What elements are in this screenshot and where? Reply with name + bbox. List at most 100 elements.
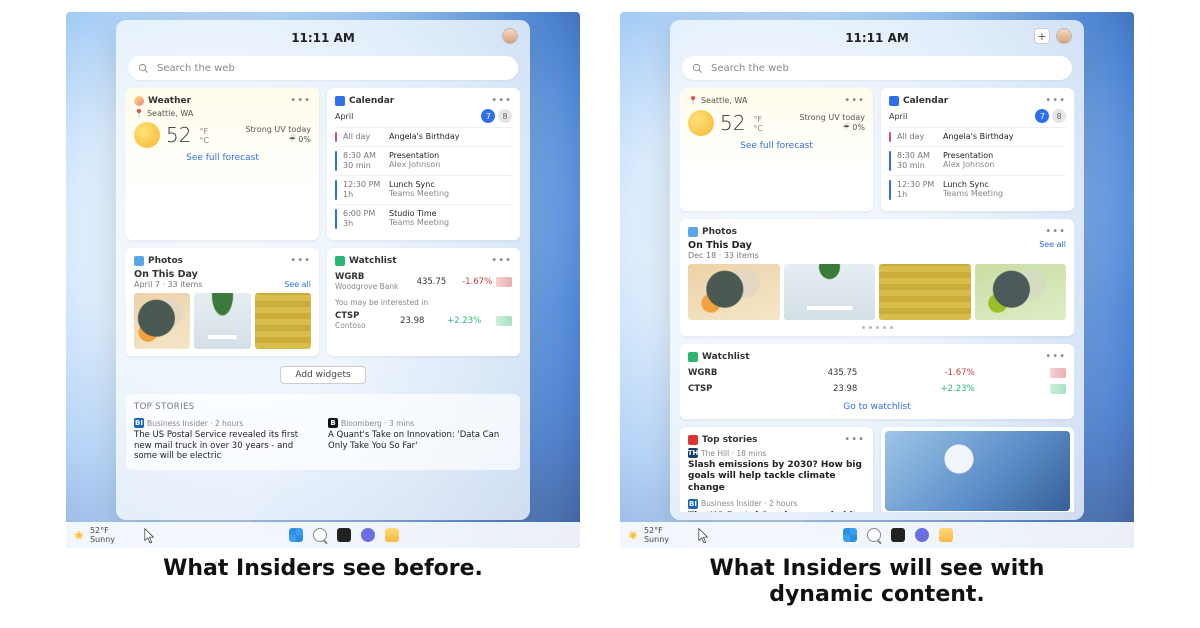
photo-thumb[interactable] (879, 264, 971, 320)
photo-thumb[interactable] (688, 264, 780, 320)
search-icon (692, 63, 703, 74)
watchlist-icon (335, 256, 345, 266)
watchlist-row[interactable]: WGRB 435.75 -1.67% (688, 365, 1066, 381)
more-icon[interactable]: ••• (491, 95, 512, 106)
calendar-event[interactable]: 8:30 AM30 min PresentationAlex Johnson (889, 146, 1066, 175)
calendar-day-next[interactable]: 8 (1052, 109, 1066, 123)
watchlist-row[interactable]: WGRBWoodgrove Bank 435.75 -1.67% (335, 269, 512, 295)
news-image (885, 431, 1070, 511)
watchlist-row[interactable]: CTSP 23.98 +2.23% (688, 381, 1066, 397)
top-stories-widget[interactable]: Top stories ••• THThe Hill · 18 mins Sla… (680, 427, 873, 512)
watchlist-note: You may be interested in (335, 298, 512, 307)
search-input[interactable]: Search the web (682, 56, 1072, 80)
calendar-month: April (889, 112, 907, 121)
more-icon[interactable]: ••• (290, 95, 311, 106)
taskbar-weather[interactable]: ☀️ 52°FSunny (74, 526, 115, 544)
caption-before: What Insiders see before. (163, 556, 483, 582)
more-icon[interactable]: ••• (491, 255, 512, 266)
calendar-month: April (335, 112, 353, 121)
clock: 11:11 AM (845, 31, 909, 45)
photo-thumb[interactable] (134, 293, 190, 349)
more-icon[interactable]: ••• (1045, 95, 1066, 106)
weather-icon (134, 96, 144, 106)
task-view-icon[interactable] (337, 528, 351, 542)
photos-seeall-link[interactable]: See all (1039, 240, 1066, 260)
calendar-event[interactable]: All day Angela's Birthday (335, 127, 512, 146)
weather-widget[interactable]: Weather ••• 📍 Seattle, WA 52 °F°C Strong… (126, 88, 319, 240)
story-item[interactable]: BBloomberg · 3 mins A Quant's Take on In… (328, 418, 512, 462)
photos-title: Photos (148, 256, 183, 266)
avatar[interactable] (502, 28, 518, 44)
chat-icon[interactable] (361, 528, 375, 542)
search-placeholder: Search the web (711, 63, 789, 74)
sun-icon (134, 122, 160, 148)
calendar-events: All day Angela's Birthday 8:30 AM30 min … (335, 127, 512, 233)
calendar-event[interactable]: 6:00 PM3h Studio TimeTeams Meeting (335, 204, 512, 233)
news-card[interactable]: BIBusiness Insider · 11 hours ago The gl… (881, 427, 1074, 512)
more-icon[interactable]: ••• (1045, 226, 1066, 237)
story-item[interactable]: THThe Hill · 18 mins Slash emissions by … (688, 448, 865, 494)
weather-forecast-link[interactable]: See full forecast (688, 141, 865, 151)
taskbar-search-icon[interactable] (867, 528, 881, 542)
taskbar-search-icon[interactable] (313, 528, 327, 542)
sparkline-icon (496, 316, 512, 326)
calendar-event[interactable]: 12:30 PM1h Lunch SyncTeams Meeting (889, 175, 1066, 204)
photos-icon (134, 256, 144, 266)
chat-icon[interactable] (915, 528, 929, 542)
story-item[interactable]: BIBusiness Insider · 2 hours The US Post… (688, 499, 865, 512)
add-widgets-button[interactable]: Add widgets (126, 366, 520, 384)
cursor-icon (698, 528, 710, 544)
photos-sub: Dec 18 · 33 items (688, 251, 759, 260)
photo-thumb[interactable] (194, 293, 250, 349)
search-input[interactable]: Search the web (128, 56, 518, 80)
photos-sub: April 7 · 33 items (134, 280, 203, 289)
sun-icon (688, 110, 714, 136)
watchlist-row[interactable]: CTSPContoso 23.98 +2.23% (335, 308, 512, 334)
calendar-day-next[interactable]: 8 (498, 109, 512, 123)
widgets-panel: 11:11 AM + Search the web 📍 Seattle (670, 20, 1084, 520)
watchlist-widget[interactable]: Watchlist ••• WGRBWoodgrove Bank 435.75 … (327, 248, 520, 356)
task-view-icon[interactable] (891, 528, 905, 542)
widgets-panel: 11:11 AM Search the web Weather (116, 20, 530, 520)
explorer-icon[interactable] (939, 528, 953, 542)
photo-thumb[interactable] (975, 264, 1067, 320)
calendar-widget[interactable]: Calendar ••• April 7 8 All da (327, 88, 520, 240)
topstories-icon (688, 435, 698, 445)
photos-widget[interactable]: Photos ••• On This Day April 7 · 33 item… (126, 248, 319, 356)
weather-forecast-link[interactable]: See full forecast (134, 153, 311, 163)
desktop-after: 11:11 AM + Search the web 📍 Seattle (620, 12, 1134, 548)
weather-widget[interactable]: 📍 Seattle, WA••• 52 °F°C Strong UV today… (680, 88, 873, 211)
add-button[interactable]: + (1034, 28, 1050, 44)
calendar-event[interactable]: 12:30 PM1h Lunch SyncTeams Meeting (335, 175, 512, 204)
more-icon[interactable]: ••• (290, 255, 311, 266)
search-placeholder: Search the web (157, 63, 235, 74)
watchlist-go-link[interactable]: Go to watchlist (688, 402, 1066, 412)
calendar-day-selected[interactable]: 7 (481, 109, 495, 123)
photos-title: Photos (702, 227, 737, 237)
avatar[interactable] (1056, 28, 1072, 44)
watchlist-widget[interactable]: Watchlist ••• WGRB 435.75 -1.67% CTSP (680, 344, 1074, 419)
sparkline-icon (496, 277, 512, 287)
taskbar-weather[interactable]: ☀️ 52°FSunny (628, 526, 669, 544)
calendar-widget[interactable]: Calendar ••• April 7 8 All da (881, 88, 1074, 211)
calendar-event[interactable]: All day Angela's Birthday (889, 127, 1066, 146)
photos-icon (688, 227, 698, 237)
photo-thumb[interactable] (784, 264, 876, 320)
sparkline-icon (1050, 368, 1066, 378)
story-item[interactable]: BIBusiness Insider · 2 hours The US Post… (134, 418, 318, 462)
more-icon[interactable]: ••• (844, 434, 865, 445)
more-icon[interactable]: ••• (844, 95, 865, 106)
photos-widget[interactable]: Photos ••• On This DayDec 18 · 33 items … (680, 219, 1074, 336)
weather-cond: Strong UV today☔ 0% (799, 113, 865, 134)
start-button[interactable] (843, 528, 857, 542)
photos-seeall-link[interactable]: See all (284, 280, 311, 289)
more-icon[interactable]: ••• (1045, 351, 1066, 362)
calendar-day-selected[interactable]: 7 (1035, 109, 1049, 123)
search-icon (138, 63, 149, 74)
explorer-icon[interactable] (385, 528, 399, 542)
calendar-event[interactable]: 8:30 AM30 min PresentationAlex Johnson (335, 146, 512, 175)
pager-dots[interactable] (688, 326, 1066, 329)
photo-thumb[interactable] (255, 293, 311, 349)
start-button[interactable] (289, 528, 303, 542)
calendar-icon (889, 96, 899, 106)
